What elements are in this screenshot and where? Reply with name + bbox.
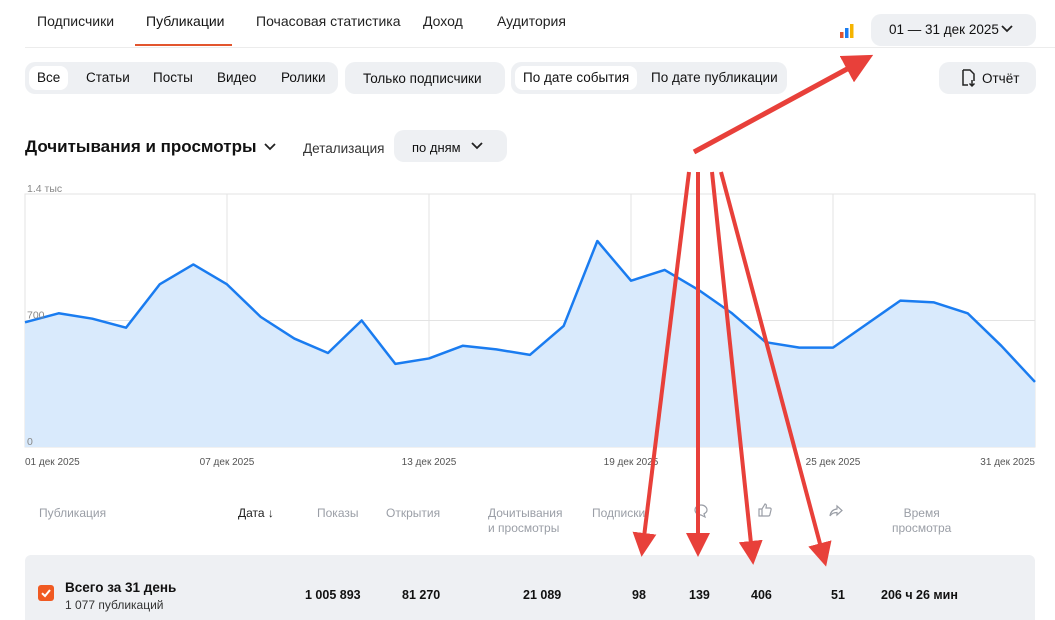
total-comments: 139 <box>689 588 710 602</box>
total-likes: 406 <box>751 588 772 602</box>
total-title: Всего за 31 день <box>65 580 177 595</box>
total-subscriptions: 98 <box>632 588 646 602</box>
header-subscriptions: Подписки <box>592 506 646 520</box>
checkmark-icon <box>41 589 51 598</box>
header-publication: Публикация <box>39 506 107 520</box>
like-icon <box>758 503 772 517</box>
share-icon <box>829 504 843 517</box>
series-area-fill <box>25 240 1035 447</box>
total-subtitle: 1 077 публикаций <box>65 598 164 612</box>
x-tick-label: 01 дек 2025 <box>25 457 80 468</box>
header-date-label: Дата <box>238 506 265 520</box>
header-read-views: Дочитывания и просмотры <box>488 506 563 535</box>
header-date[interactable]: Дата ↓ <box>238 506 274 521</box>
total-watch-time: 206 ч 26 мин <box>881 588 958 602</box>
header-impressions: Показы <box>317 506 359 520</box>
header-opens: Открытия <box>386 506 441 520</box>
x-tick-label: 31 дек 2025 <box>980 457 1035 468</box>
x-tick-label: 19 дек 2025 <box>604 457 659 468</box>
total-read-views: 21 089 <box>523 588 562 602</box>
comment-icon <box>694 504 708 519</box>
total-shares: 51 <box>831 588 845 602</box>
select-all-checkbox[interactable] <box>38 585 54 601</box>
x-tick-label: 07 дек 2025 <box>200 457 255 468</box>
y-tick-label: 0 <box>27 436 33 448</box>
y-tick-label: 700 <box>27 310 45 322</box>
header-watch-time: Время просмотра <box>892 506 952 535</box>
x-tick-label: 25 дек 2025 <box>806 457 861 468</box>
views-area-chart: 1.4 тыс 700 0 01 дек 2025 07 дек 2025 13 дек … <box>24 183 1036 468</box>
total-opens: 81 270 <box>402 588 441 602</box>
y-tick-label: 1.4 тыс <box>27 183 62 195</box>
x-tick-label: 13 дек 2025 <box>402 457 457 468</box>
sort-down-icon: ↓ <box>267 506 274 520</box>
total-impressions: 1 005 893 <box>305 588 361 602</box>
